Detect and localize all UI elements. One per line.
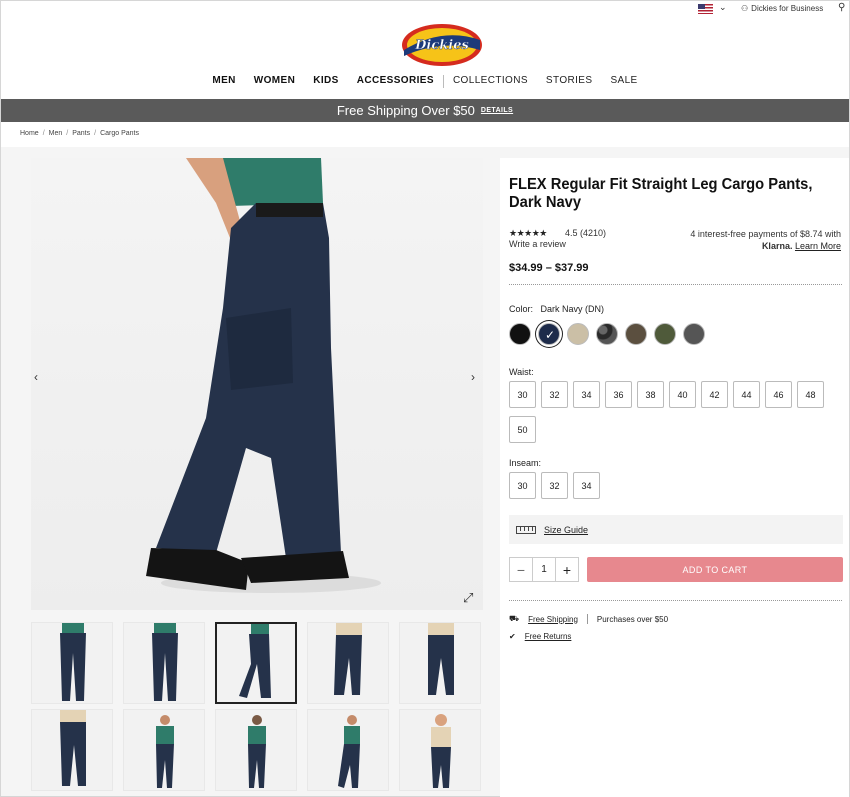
inseam-option[interactable]: 30 <box>509 472 536 499</box>
nav-sale[interactable]: SALE <box>601 75 646 88</box>
dickies-for-business-link[interactable]: ⚇ Dickies for Business <box>741 4 823 13</box>
nav-men[interactable]: MEN <box>203 75 244 88</box>
thumbnail[interactable] <box>123 622 205 704</box>
breadcrumb-home[interactable]: Home <box>20 130 39 137</box>
star-rating-icon[interactable]: ★★★★★ <box>509 228 547 239</box>
thumbnail[interactable] <box>31 622 113 704</box>
product-info-panel: FLEX Regular Fit Straight Leg Cargo Pant… <box>500 158 849 797</box>
thumbnail[interactable] <box>399 709 481 791</box>
prev-image-arrow[interactable]: ‹ <box>34 370 38 384</box>
breadcrumb: Home / Men / Pants / Cargo Pants <box>20 130 139 137</box>
waist-option[interactable]: 34 <box>573 381 600 408</box>
color-label: Color: Dark Navy (DN) <box>509 304 605 314</box>
waist-options: 30 32 34 36 38 40 42 44 46 48 50 <box>509 381 829 443</box>
qty-value[interactable]: 1 <box>533 564 555 575</box>
ruler-icon <box>516 525 536 534</box>
free-returns-link[interactable]: Free Returns <box>525 632 572 641</box>
waist-option[interactable]: 46 <box>765 381 792 408</box>
waist-option[interactable]: 30 <box>509 381 536 408</box>
nav-women[interactable]: WOMEN <box>245 75 304 88</box>
swatch-brown[interactable] <box>625 323 647 345</box>
klarna-message: 4 interest-free payments of $8.74 with K… <box>690 229 841 251</box>
waist-option[interactable]: 42 <box>701 381 728 408</box>
inseam-label: Inseam: <box>509 458 542 468</box>
thumbnail-selected[interactable] <box>215 622 297 704</box>
waist-label: Waist: <box>509 367 534 377</box>
quantity-stepper: − 1 + <box>509 557 579 582</box>
svg-text:Dickies: Dickies <box>414 38 469 53</box>
waist-option[interactable]: 44 <box>733 381 760 408</box>
nav-kids[interactable]: KIDS <box>304 75 348 88</box>
thumbnail[interactable] <box>307 709 389 791</box>
us-flag-icon[interactable] <box>698 4 713 14</box>
add-to-cart-button[interactable]: ADD TO CART <box>587 557 843 582</box>
swatch-olive[interactable] <box>654 323 676 345</box>
klarna-learn-more-link[interactable]: Learn More <box>795 241 841 251</box>
waist-option[interactable]: 40 <box>669 381 696 408</box>
breadcrumb-cargo-pants[interactable]: Cargo Pants <box>100 130 139 137</box>
free-shipping-row: ⛟ Free Shipping Purchases over $50 <box>509 614 669 624</box>
thumbnail[interactable] <box>123 709 205 791</box>
divider <box>509 284 842 285</box>
swatch-camo[interactable] <box>596 323 618 345</box>
waist-option[interactable]: 32 <box>541 381 568 408</box>
main-nav: MEN WOMEN KIDS ACCESSORIES COLLECTIONS S… <box>1 75 849 88</box>
next-image-arrow[interactable]: › <box>471 370 475 384</box>
write-review-link[interactable]: Write a review <box>509 239 566 249</box>
thumbnail[interactable] <box>399 622 481 704</box>
swatch-black[interactable] <box>509 323 531 345</box>
thumbnail[interactable] <box>215 709 297 791</box>
qty-increment-button[interactable]: + <box>556 562 578 578</box>
swatch-khaki[interactable] <box>567 323 589 345</box>
people-icon: ⚇ <box>741 4 749 13</box>
pants-photo <box>146 158 381 593</box>
check-circle-icon: ✔ <box>509 632 516 641</box>
dickies-logo[interactable]: Dickies <box>401 23 483 67</box>
klarna-logo: Klarna. <box>761 241 793 251</box>
price-range: $34.99 – $37.99 <box>509 262 589 274</box>
nav-stories[interactable]: STORIES <box>537 75 602 88</box>
inseam-option[interactable]: 32 <box>541 472 568 499</box>
rating-count[interactable]: 4.5 (4210) <box>565 228 606 238</box>
product-title: FLEX Regular Fit Straight Leg Cargo Pant… <box>509 176 813 211</box>
breadcrumb-pants[interactable]: Pants <box>72 130 90 137</box>
utility-bar: ⌄ ⚇ Dickies for Business ⚲ <box>1 1 849 17</box>
free-returns-row: ✔ Free Returns <box>509 632 571 641</box>
promo-details-link[interactable]: DETAILS <box>481 107 513 114</box>
waist-option[interactable]: 48 <box>797 381 824 408</box>
inseam-option[interactable]: 34 <box>573 472 600 499</box>
nav-accessories[interactable]: ACCESSORIES <box>348 75 443 88</box>
checkmark-icon: ✓ <box>544 328 556 342</box>
expand-icon[interactable]: ⤢ <box>463 590 473 606</box>
size-guide-link[interactable]: Size Guide <box>544 525 588 535</box>
swatch-charcoal[interactable] <box>683 323 705 345</box>
free-shipping-link[interactable]: Free Shipping <box>528 615 578 624</box>
thumbnail[interactable] <box>31 709 113 791</box>
thumbnail[interactable] <box>307 622 389 704</box>
divider <box>509 600 842 601</box>
truck-icon: ⛟ <box>509 614 520 623</box>
waist-option[interactable]: 50 <box>509 416 536 443</box>
qty-decrement-button[interactable]: − <box>510 562 532 578</box>
inseam-options: 30 32 34 <box>509 472 829 499</box>
nav-collections[interactable]: COLLECTIONS <box>444 75 537 88</box>
promo-banner: Free Shipping Over $50 DETAILS <box>1 99 849 122</box>
color-swatches: ✓ <box>509 323 705 345</box>
swatch-dark-navy-selected[interactable]: ✓ <box>538 323 560 345</box>
location-pin-icon[interactable]: ⚲ <box>838 2 845 13</box>
breadcrumb-men[interactable]: Men <box>49 130 63 137</box>
main-product-image[interactable]: ‹ › <box>31 158 483 610</box>
chevron-down-icon[interactable]: ⌄ <box>719 2 727 13</box>
waist-option[interactable]: 36 <box>605 381 632 408</box>
waist-option[interactable]: 38 <box>637 381 664 408</box>
thumbnail-grid <box>31 622 483 791</box>
color-value: Dark Navy (DN) <box>540 304 605 314</box>
promo-text: Free Shipping Over $50 <box>336 103 475 118</box>
size-guide-bar: Size Guide <box>509 515 843 544</box>
